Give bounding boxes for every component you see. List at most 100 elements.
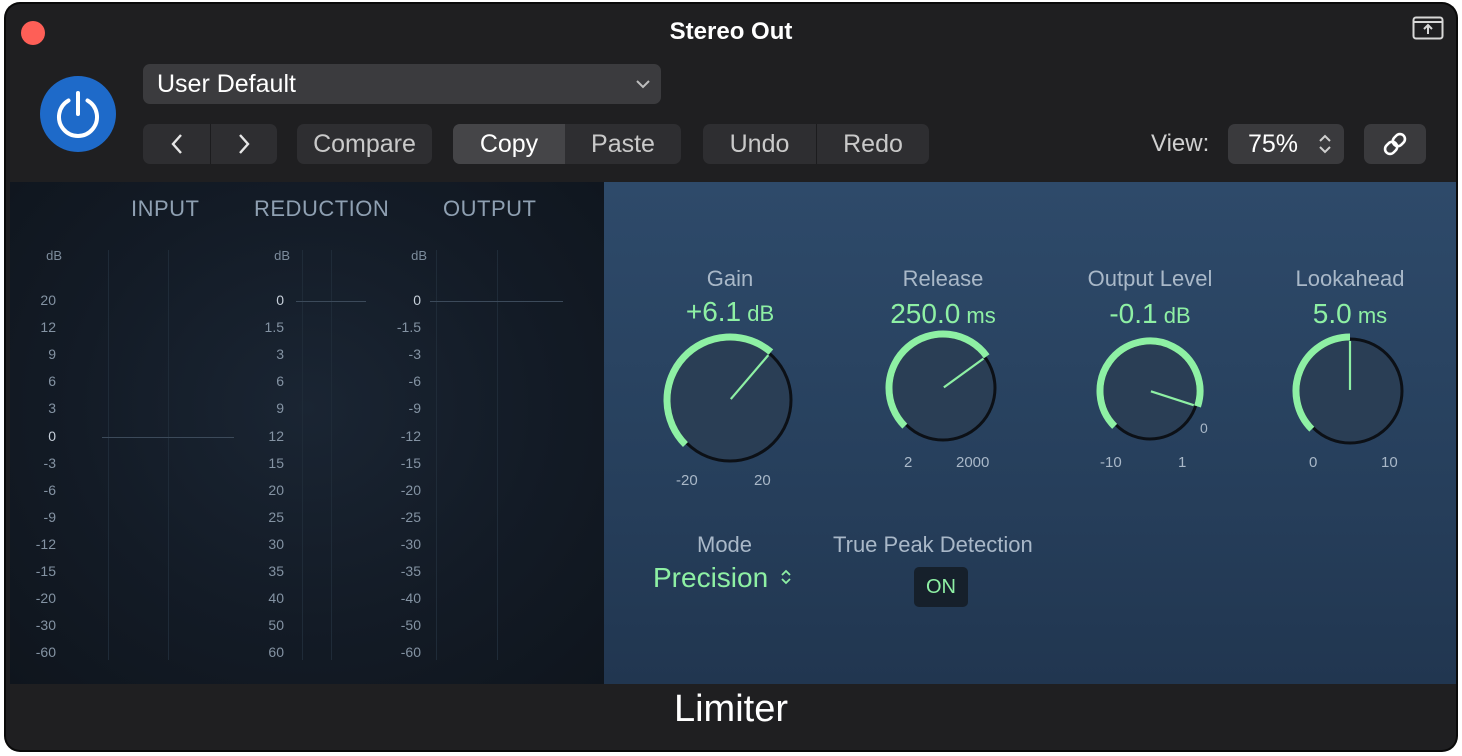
compare-button[interactable]: Compare bbox=[297, 124, 432, 164]
output-level-value: -0.1 dB bbox=[1109, 298, 1191, 329]
reduction-scale-tick: 25 bbox=[268, 508, 284, 525]
preset-nav-group bbox=[143, 124, 277, 164]
output-level-min-label: -10 bbox=[1100, 454, 1122, 471]
input-scale-tick: 6 bbox=[48, 373, 56, 390]
output-scale-tick: -6 bbox=[408, 373, 421, 390]
reduction-scale-tick: 20 bbox=[268, 481, 284, 498]
mode-value: Precision bbox=[653, 562, 769, 593]
mode-select[interactable]: Precision bbox=[653, 562, 792, 594]
gain-value: +6.1 dB bbox=[685, 296, 775, 327]
controls-section: Gain +6.1 dB -20 20 Release 250.0 ms 2 2000 Outp… bbox=[604, 182, 1456, 684]
lookahead-knob[interactable] bbox=[1286, 327, 1414, 455]
view-zoom-select[interactable]: 75% bbox=[1228, 124, 1344, 164]
reduction-meter-track bbox=[331, 250, 332, 660]
reduction-scale-tick: 50 bbox=[268, 617, 284, 634]
reduction-scale-tick: 6 bbox=[276, 373, 284, 390]
share-icon[interactable] bbox=[1412, 16, 1444, 40]
paste-button[interactable]: Paste bbox=[565, 124, 681, 164]
link-icon bbox=[1383, 132, 1407, 156]
gain-label: Gain bbox=[706, 266, 754, 291]
output-level-zero-label: 0 bbox=[1200, 420, 1208, 436]
output-scale-tick: -1.5 bbox=[396, 319, 421, 336]
input-scale-tick: 0 bbox=[48, 427, 56, 444]
gain-min-label: -20 bbox=[676, 472, 698, 489]
input-scale-tick: -20 bbox=[35, 590, 56, 607]
reduction-scale-tick: 3 bbox=[276, 346, 284, 363]
undo-redo-group: Undo Redo bbox=[703, 124, 929, 164]
gain-max-label: 20 bbox=[754, 472, 771, 489]
reduction-scale-tick: 15 bbox=[268, 454, 284, 471]
copy-button[interactable]: Copy bbox=[453, 124, 565, 164]
reduction-scale-tick: 12 bbox=[268, 427, 284, 444]
output-scale-tick: -25 bbox=[400, 508, 421, 525]
output-level-label: Output Level bbox=[1087, 266, 1213, 291]
preset-name: User Default bbox=[157, 70, 296, 98]
reduction-scale-tick: 30 bbox=[268, 535, 284, 552]
reduction-meter-title: REDUCTION bbox=[254, 196, 390, 221]
lookahead-label: Lookahead bbox=[1295, 266, 1405, 291]
lookahead-value: 5.0 ms bbox=[1312, 298, 1388, 329]
input-scale-tick: -15 bbox=[35, 563, 56, 579]
output-level-knob[interactable] bbox=[1090, 331, 1210, 451]
reduction-scale-tick: 1.5 bbox=[264, 319, 284, 336]
release-knob[interactable] bbox=[879, 324, 1007, 452]
true-peak-label: True Peak Detection bbox=[833, 532, 1033, 557]
input-scale-tick: -60 bbox=[35, 644, 56, 661]
reduction-scale-tick: 9 bbox=[276, 400, 284, 417]
window-title: Stereo Out bbox=[669, 18, 793, 45]
previous-preset-button[interactable] bbox=[143, 124, 210, 164]
compare-group: Compare bbox=[297, 124, 432, 164]
output-scale-tick: -20 bbox=[400, 481, 421, 498]
preset-menu[interactable]: User Default bbox=[143, 64, 661, 104]
release-min-label: 2 bbox=[904, 454, 913, 471]
output-scale-tick: -35 bbox=[400, 563, 421, 579]
view-label: View: bbox=[1151, 130, 1210, 157]
plugin-window: Stereo Out User Default Compare Copy Pas… bbox=[6, 4, 1456, 750]
input-scale-tick: -6 bbox=[43, 481, 56, 498]
output-zero-line bbox=[430, 301, 563, 302]
input-scale-tick: -3 bbox=[43, 454, 56, 471]
redo-button[interactable]: Redo bbox=[816, 124, 929, 164]
output-db-label: dB bbox=[411, 248, 427, 263]
lookahead-min-label: 0 bbox=[1309, 454, 1318, 471]
input-scale-tick: 3 bbox=[48, 400, 56, 417]
output-scale-tick: -12 bbox=[400, 427, 421, 444]
output-scale-tick: -50 bbox=[400, 617, 421, 634]
release-max-label: 2000 bbox=[956, 454, 990, 471]
plugin-name: Limiter bbox=[673, 688, 789, 730]
output-scale-tick: -30 bbox=[400, 535, 421, 552]
up-down-chevron-icon bbox=[1319, 134, 1331, 154]
view-zoom-value: 75% bbox=[1248, 130, 1299, 158]
input-scale-tick: 12 bbox=[40, 319, 56, 336]
output-scale-tick: -15 bbox=[400, 454, 421, 471]
up-down-chevron-icon bbox=[781, 569, 791, 585]
output-meter-track bbox=[497, 250, 498, 660]
gain-knob[interactable] bbox=[657, 327, 803, 473]
input-scale-tick: -9 bbox=[43, 508, 56, 525]
input-scale-tick: -12 bbox=[35, 535, 56, 552]
input-zero-line bbox=[102, 436, 234, 438]
power-button[interactable] bbox=[40, 76, 116, 152]
lookahead-max-label: 10 bbox=[1381, 454, 1398, 471]
input-scale-tick: 9 bbox=[48, 346, 56, 363]
reduction-scale-tick: 35 bbox=[268, 563, 284, 579]
undo-button[interactable]: Undo bbox=[703, 124, 816, 164]
input-scale-tick: -30 bbox=[35, 617, 56, 634]
next-preset-button[interactable] bbox=[210, 124, 277, 164]
reduction-meter-track bbox=[302, 250, 303, 660]
chevron-down-icon bbox=[636, 80, 650, 89]
output-scale-tick: 0 bbox=[413, 292, 421, 308]
output-scale-tick: -9 bbox=[408, 400, 421, 417]
reduction-zero-line bbox=[296, 301, 366, 302]
input-meter-track bbox=[108, 250, 109, 660]
reduction-scale-tick: 40 bbox=[268, 590, 284, 607]
true-peak-toggle[interactable]: ON bbox=[914, 567, 968, 607]
power-icon bbox=[57, 91, 99, 138]
output-meter-title: OUTPUT bbox=[443, 196, 537, 221]
output-scale-tick: -40 bbox=[400, 590, 421, 607]
link-button[interactable] bbox=[1364, 124, 1426, 164]
output-level-max-label: 1 bbox=[1178, 454, 1187, 471]
input-scale-tick: 20 bbox=[40, 292, 56, 308]
output-scale-tick: -60 bbox=[400, 644, 421, 661]
input-meter-title: INPUT bbox=[131, 196, 200, 221]
